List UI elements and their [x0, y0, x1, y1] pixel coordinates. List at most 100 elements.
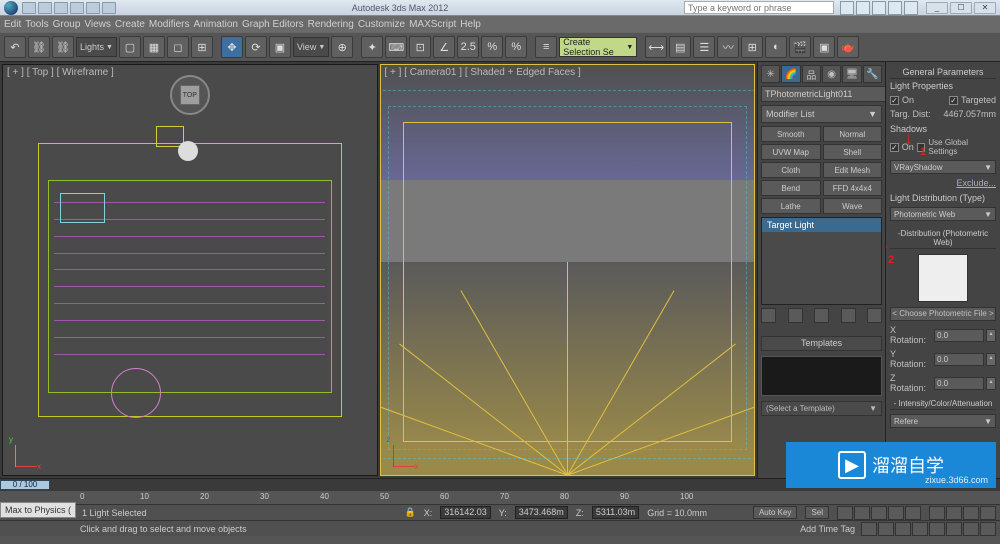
targeted-checkbox[interactable]: [949, 96, 958, 105]
pin-stack-icon[interactable]: [761, 308, 776, 323]
region-rect-icon[interactable]: ◻: [167, 36, 189, 58]
menu-graph-editors[interactable]: Graph Editors: [242, 19, 304, 30]
manip-icon[interactable]: ✦: [361, 36, 383, 58]
templates-header[interactable]: Templates: [761, 336, 882, 351]
shadow-type-dropdown[interactable]: VRayShadow▼: [890, 160, 996, 174]
shadows-on-checkbox[interactable]: [890, 143, 899, 152]
window-crossing-icon[interactable]: ⊞: [191, 36, 213, 58]
menu-customize[interactable]: Customize: [358, 19, 405, 30]
named-selset-edit-icon[interactable]: ≡: [535, 36, 557, 58]
app-orb-icon[interactable]: [4, 1, 18, 15]
menu-bar[interactable]: Edit Tools Group Views Create Modifiers …: [0, 16, 1000, 32]
ref-coord-dropdown[interactable]: View▼: [293, 37, 329, 57]
rotate-icon[interactable]: ⟳: [245, 36, 267, 58]
render-frame-icon[interactable]: ▣: [813, 36, 835, 58]
timeline-ruler[interactable]: 0 10 20 30 40 50 60 70 80 90 100: [0, 491, 1000, 504]
tab-motion[interactable]: ◉: [822, 65, 841, 83]
viewport-cam-label[interactable]: [ + ] [ Camera01 ] [ Shaded + Edged Face…: [385, 67, 581, 78]
viewport-nav-buttons[interactable]: [929, 506, 996, 520]
menu-modifiers[interactable]: Modifiers: [149, 19, 190, 30]
menu-tools[interactable]: Tools: [25, 19, 48, 30]
menu-create[interactable]: Create: [115, 19, 145, 30]
dist-type-dropdown[interactable]: Photometric Web▼: [890, 207, 996, 221]
y-coord-field[interactable]: 3473.468m: [515, 506, 568, 519]
on-checkbox[interactable]: [890, 96, 899, 105]
viewport-nav-buttons-2[interactable]: [861, 522, 996, 536]
render-icon[interactable]: 🫖: [837, 36, 859, 58]
modifier-list-dropdown[interactable]: Modifier List▼: [761, 105, 882, 123]
mod-uvwmap[interactable]: UVW Map: [761, 144, 821, 160]
mod-normal[interactable]: Normal: [823, 126, 883, 142]
render-setup-icon[interactable]: 🎬: [789, 36, 811, 58]
select-icon[interactable]: ▢: [119, 36, 141, 58]
selection-set-dropdown[interactable]: Create Selection Se▼: [559, 37, 637, 57]
minimize-button[interactable]: _: [926, 2, 948, 14]
angle-snap-icon[interactable]: ∠: [433, 36, 455, 58]
mirror-icon[interactable]: ⟷: [645, 36, 667, 58]
menu-rendering[interactable]: Rendering: [308, 19, 354, 30]
spinner-snap-icon[interactable]: %: [505, 36, 527, 58]
template-select-dropdown[interactable]: (Select a Template)▼: [761, 401, 882, 416]
scale-icon[interactable]: ▣: [269, 36, 291, 58]
z-coord-field[interactable]: 5311.03m: [592, 506, 639, 519]
angle-value[interactable]: 2.5: [457, 36, 479, 58]
maximize-button[interactable]: ☐: [950, 2, 972, 14]
tab-hierarchy[interactable]: 品: [802, 65, 821, 83]
stack-target-light[interactable]: Target Light: [762, 218, 881, 232]
close-button[interactable]: ✕: [974, 2, 996, 14]
menu-help[interactable]: Help: [460, 19, 481, 30]
help-search-input[interactable]: [684, 1, 834, 14]
xrot-spinner[interactable]: 0.0: [934, 329, 984, 342]
quick-access-toolbar[interactable]: [22, 2, 116, 14]
snap-icon[interactable]: ⊡: [409, 36, 431, 58]
mod-editmesh[interactable]: Edit Mesh: [823, 162, 883, 178]
command-tabs[interactable]: ✳ 🌈 品 ◉ 🖥 🔧: [761, 65, 882, 83]
zrot-spinner[interactable]: 0.0: [934, 377, 984, 390]
undo-icon[interactable]: ↶: [4, 36, 26, 58]
align-icon[interactable]: ▤: [669, 36, 691, 58]
photometric-web-preview[interactable]: [918, 254, 968, 302]
mod-smooth[interactable]: Smooth: [761, 126, 821, 142]
viewport-top[interactable]: [ + ] [ Top ] [ Wireframe ] TOP: [2, 64, 378, 476]
title-help-icons[interactable]: [840, 1, 918, 15]
mod-lathe[interactable]: Lathe: [761, 198, 821, 214]
layers-icon[interactable]: ☰: [693, 36, 715, 58]
modifier-stack[interactable]: Target Light: [761, 217, 882, 305]
move-icon[interactable]: ✥: [221, 36, 243, 58]
menu-edit[interactable]: Edit: [4, 19, 21, 30]
object-name-field[interactable]: [761, 86, 885, 102]
yrot-spinner[interactable]: 0.0: [934, 353, 984, 366]
tab-create[interactable]: ✳: [761, 65, 780, 83]
intensity-header[interactable]: - Intensity/Color/Attenuation: [890, 399, 996, 410]
remove-mod-icon[interactable]: [841, 308, 856, 323]
lock-icon[interactable]: 🔒: [404, 507, 415, 518]
keyboard-icon[interactable]: ⌨: [385, 36, 407, 58]
link-icon[interactable]: ⛓: [28, 36, 50, 58]
auto-key-button[interactable]: Auto Key: [753, 506, 797, 519]
tab-modify[interactable]: 🌈: [781, 65, 800, 83]
show-end-icon[interactable]: [788, 308, 803, 323]
menu-views[interactable]: Views: [84, 19, 111, 30]
menu-maxscript[interactable]: MAXScript: [409, 19, 456, 30]
unlink-icon[interactable]: ⛓: [52, 36, 74, 58]
menu-animation[interactable]: Animation: [193, 19, 237, 30]
time-slider-handle[interactable]: 0 / 100: [0, 480, 50, 490]
percent-snap-icon[interactable]: %: [481, 36, 503, 58]
playback-buttons[interactable]: [837, 506, 921, 520]
exclude-button[interactable]: Exclude...: [890, 178, 996, 188]
curve-editor-icon[interactable]: 〰: [717, 36, 739, 58]
pivot-icon[interactable]: ⊕: [331, 36, 353, 58]
reference-dropdown[interactable]: Refere▼: [890, 414, 996, 428]
unique-icon[interactable]: [814, 308, 829, 323]
use-global-checkbox[interactable]: [917, 143, 926, 152]
dist-web-header[interactable]: -Distribution (Photometric Web): [890, 229, 996, 249]
mod-bend[interactable]: Bend: [761, 180, 821, 196]
choose-photometric-button[interactable]: < Choose Photometric File >: [890, 307, 996, 321]
tab-display[interactable]: 🖥: [842, 65, 861, 83]
mod-cloth[interactable]: Cloth: [761, 162, 821, 178]
mod-shell[interactable]: Shell: [823, 144, 883, 160]
general-params-header[interactable]: General Parameters: [890, 67, 996, 79]
add-time-tag[interactable]: Add Time Tag: [800, 524, 855, 534]
config-icon[interactable]: [867, 308, 882, 323]
viewport-top-label[interactable]: [ + ] [ Top ] [ Wireframe ]: [7, 67, 114, 78]
